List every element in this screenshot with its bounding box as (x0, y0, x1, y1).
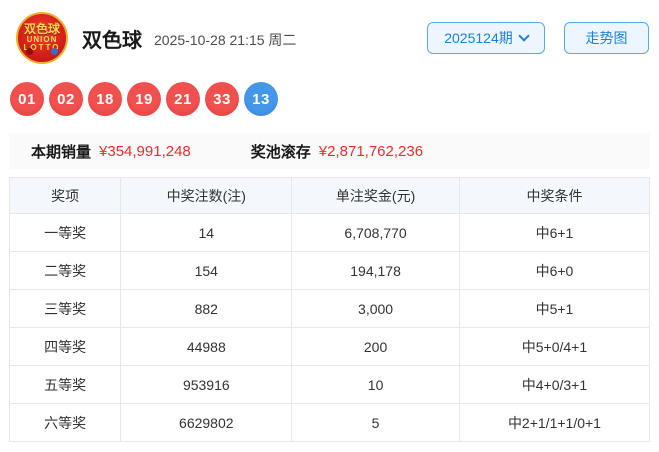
prize-level-cell: 三等奖 (8, 289, 122, 328)
trend-chart-button[interactable]: 走势图 (564, 22, 649, 54)
prize-amount-cell: 10 (291, 365, 460, 404)
ball-red-01: 01 (10, 82, 44, 116)
column-header: 中奖条件 (458, 177, 651, 214)
table-row: 六等奖 6629802 5 中2+1/1+1/0+1 (8, 403, 651, 442)
table-row: 三等奖 882 3,000 中5+1 (8, 289, 651, 328)
winners-count-cell: 882 (120, 289, 293, 328)
logo-blue-ball-icon (51, 48, 58, 55)
win-condition-cell: 中5+1 (458, 289, 651, 328)
win-condition-cell: 中4+0/3+1 (458, 365, 651, 404)
prize-amount-cell: 6,708,770 (291, 213, 460, 252)
column-header: 中奖注数(注) (120, 177, 293, 214)
union-lotto-logo-icon: 双色球 UNION LOTTO (16, 12, 68, 64)
ball-red-21: 21 (166, 82, 200, 116)
prize-amount-cell: 5 (291, 403, 460, 442)
prize-amount-cell: 200 (291, 327, 460, 366)
ball-red-02: 02 (49, 82, 83, 116)
table-row: 一等奖 14 6,708,770 中6+1 (8, 213, 651, 252)
winners-count-cell: 44988 (120, 327, 293, 366)
winners-count-cell: 953916 (120, 365, 293, 404)
prize-level-cell: 五等奖 (8, 365, 122, 404)
logo-red-ball-icon (26, 48, 33, 55)
header: 双色球 UNION LOTTO 双色球 2025-10-28 21:15 周二 … (9, 10, 650, 66)
prize-level-cell: 二等奖 (8, 251, 122, 290)
prize-amount-cell: 3,000 (291, 289, 460, 328)
win-condition-cell: 中6+0 (458, 251, 651, 290)
prize-amount-cell: 194,178 (291, 251, 460, 290)
column-header: 奖项 (8, 177, 122, 214)
ball-blue-13: 13 (244, 82, 278, 116)
ball-red-19: 19 (127, 82, 161, 116)
lottery-result-page: 双色球 UNION LOTTO 双色球 2025-10-28 21:15 周二 … (0, 0, 659, 442)
win-condition-cell: 中5+0/4+1 (458, 327, 651, 366)
prize-level-cell: 一等奖 (8, 213, 122, 252)
column-header: 单注奖金(元) (291, 177, 460, 214)
ball-red-33: 33 (205, 82, 239, 116)
prize-table-body: 一等奖 14 6,708,770 中6+1 二等奖 154 194,178 中6+0 三等奖 88… (8, 213, 651, 442)
period-dropdown[interactable]: 2025124期 (427, 22, 545, 54)
page-title: 双色球 (82, 29, 142, 52)
period-dropdown-label: 2025124期 (444, 30, 513, 46)
win-condition-cell: 中6+1 (458, 213, 651, 252)
prize-level-cell: 四等奖 (8, 327, 122, 366)
summary-bar: 本期销量 ¥354,991,248 奖池滚存 ¥2,871,762,236 (9, 133, 650, 169)
table-row: 二等奖 154 194,178 中6+0 (8, 251, 651, 290)
prize-table-header-row: 奖项 中奖注数(注) 单注奖金(元) 中奖条件 (8, 177, 651, 214)
winners-count-cell: 154 (120, 251, 293, 290)
pool-value: ¥2,871,762,236 (318, 142, 424, 160)
sales-value: ¥354,991,248 (99, 142, 191, 160)
winners-count-cell: 14 (120, 213, 293, 252)
prize-table: 奖项 中奖注数(注) 单注奖金(元) 中奖条件 一等奖 14 6,708,770 中6+1 二… (8, 177, 651, 442)
draw-datetime: 2025-10-28 21:15 周二 (154, 31, 297, 48)
header-actions: 2025124期 走势图 (427, 22, 650, 54)
prize-level-cell: 六等奖 (8, 403, 122, 442)
ball-red-18: 18 (88, 82, 122, 116)
win-condition-cell: 中2+1/1+1/0+1 (458, 403, 651, 442)
balls-row: 01 02 18 19 21 33 13 (10, 82, 650, 116)
chevron-down-icon (518, 30, 530, 42)
table-row: 四等奖 44988 200 中5+0/4+1 (8, 327, 651, 366)
sales-label: 本期销量 (31, 143, 92, 161)
winners-count-cell: 6629802 (120, 403, 293, 442)
pool-label: 奖池滚存 (250, 143, 311, 161)
table-row: 五等奖 953916 10 中4+0/3+1 (8, 365, 651, 404)
